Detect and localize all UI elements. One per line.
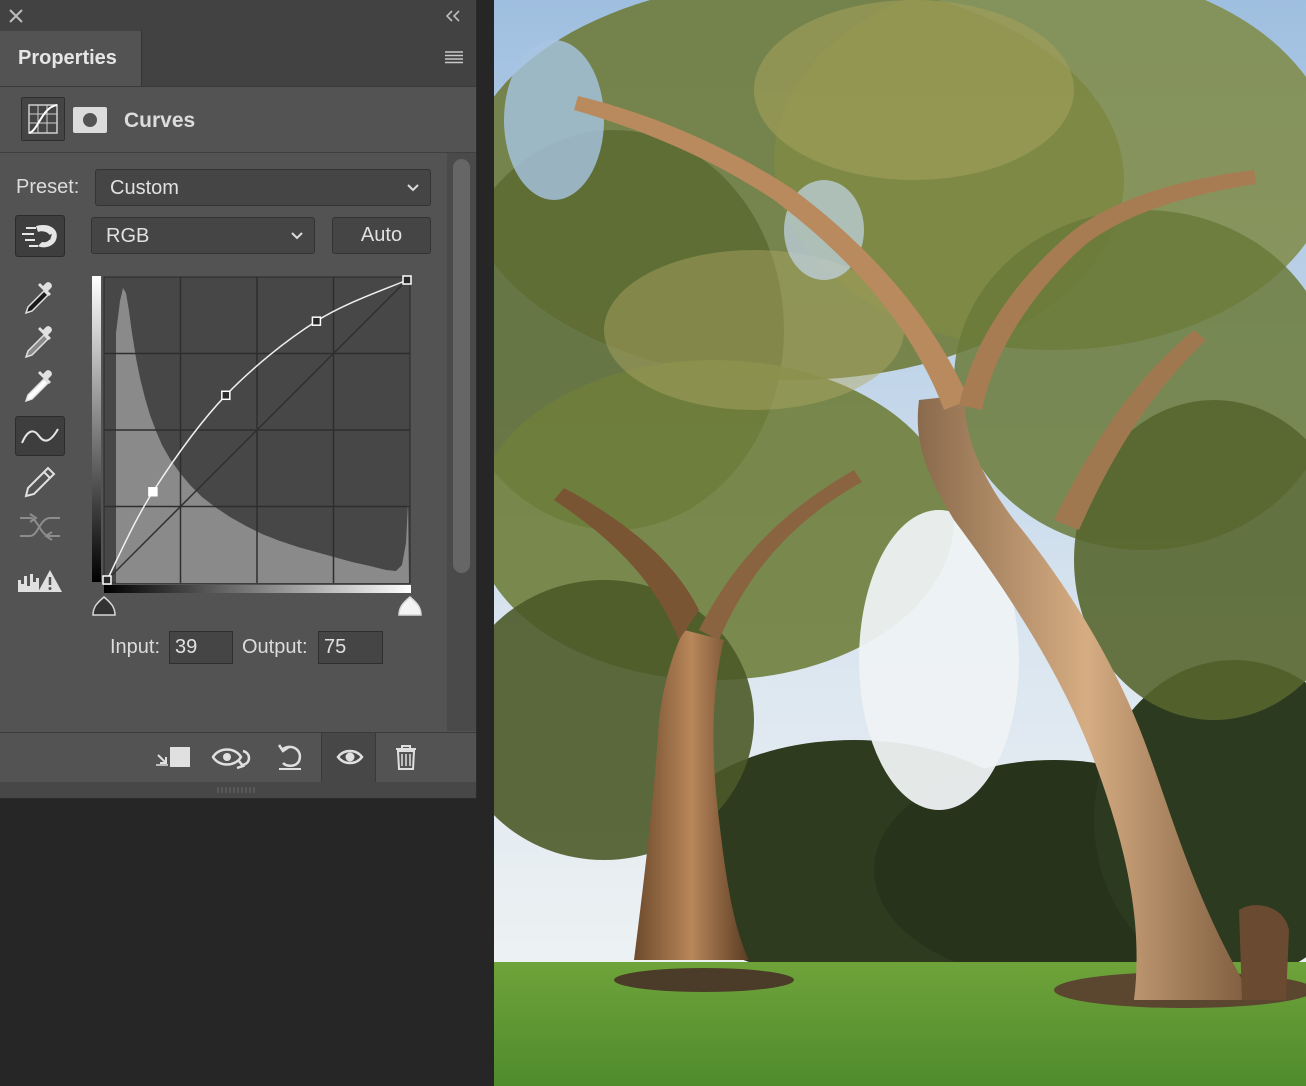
white-point-slider[interactable] bbox=[398, 596, 422, 616]
output-field[interactable]: 75 bbox=[318, 631, 383, 664]
curve-control-point[interactable] bbox=[402, 275, 412, 285]
photo-illustration bbox=[494, 0, 1306, 1086]
double-chevron-icon[interactable] bbox=[444, 8, 462, 24]
input-field[interactable]: 39 bbox=[169, 631, 233, 664]
trash-icon[interactable] bbox=[381, 733, 431, 783]
white-eyedropper-icon[interactable] bbox=[16, 365, 66, 405]
preset-value: Custom bbox=[110, 177, 179, 199]
curve-control-point[interactable] bbox=[148, 487, 158, 497]
layer-mask-icon[interactable] bbox=[73, 107, 107, 133]
smooth-curve-icon[interactable] bbox=[16, 508, 66, 548]
curve-control-point[interactable] bbox=[311, 316, 322, 326]
vertical-gradient-bar bbox=[92, 276, 101, 582]
properties-panel: Properties Curves Preset: Custom RGB Aut… bbox=[0, 0, 477, 799]
on-image-adjust-icon[interactable] bbox=[15, 215, 65, 257]
auto-button[interactable]: Auto bbox=[332, 217, 431, 254]
black-eyedropper-icon[interactable] bbox=[16, 277, 66, 317]
chevron-down-icon bbox=[291, 232, 303, 240]
input-label: Input: bbox=[110, 636, 161, 658]
park-trees-photo[interactable] bbox=[494, 0, 1306, 1086]
curves-adjustment-icon[interactable] bbox=[21, 97, 65, 141]
close-icon[interactable] bbox=[8, 8, 24, 24]
adjustment-header: Curves bbox=[0, 87, 476, 153]
pencil-icon[interactable] bbox=[16, 462, 66, 502]
clipping-warning-icon[interactable] bbox=[16, 562, 66, 602]
panel-menu-icon[interactable] bbox=[444, 49, 464, 65]
chevron-down-icon bbox=[407, 184, 419, 192]
panel-scrollbar[interactable] bbox=[447, 153, 476, 731]
horizontal-gradient-bar bbox=[104, 585, 411, 593]
curve-points-icon[interactable] bbox=[15, 416, 65, 456]
curve-control-point[interactable] bbox=[221, 390, 231, 401]
panel-footer bbox=[0, 732, 476, 783]
panel-titlebar bbox=[0, 0, 476, 31]
channel-dropdown[interactable]: RGB bbox=[91, 217, 315, 254]
preset-label: Preset: bbox=[16, 176, 80, 198]
gray-eyedropper-icon[interactable] bbox=[16, 321, 66, 361]
resize-grip-icon[interactable] bbox=[216, 787, 258, 793]
eye-icon[interactable] bbox=[321, 733, 376, 783]
clip-to-layer-icon[interactable] bbox=[150, 733, 200, 783]
curves-graph[interactable] bbox=[90, 273, 424, 623]
black-point-slider[interactable] bbox=[92, 596, 116, 616]
scrollbar-thumb[interactable] bbox=[453, 159, 470, 573]
tab-properties[interactable]: Properties bbox=[0, 31, 142, 86]
output-label: Output: bbox=[242, 636, 308, 658]
curve-control-point[interactable] bbox=[102, 575, 112, 585]
view-previous-state-icon[interactable] bbox=[207, 733, 257, 783]
channel-value: RGB bbox=[106, 225, 150, 247]
tab-properties-label: Properties bbox=[18, 47, 117, 69]
tab-bar: Properties bbox=[0, 31, 476, 87]
reset-icon[interactable] bbox=[265, 733, 315, 783]
preset-dropdown[interactable]: Custom bbox=[95, 169, 431, 206]
adjustment-title: Curves bbox=[124, 109, 196, 132]
